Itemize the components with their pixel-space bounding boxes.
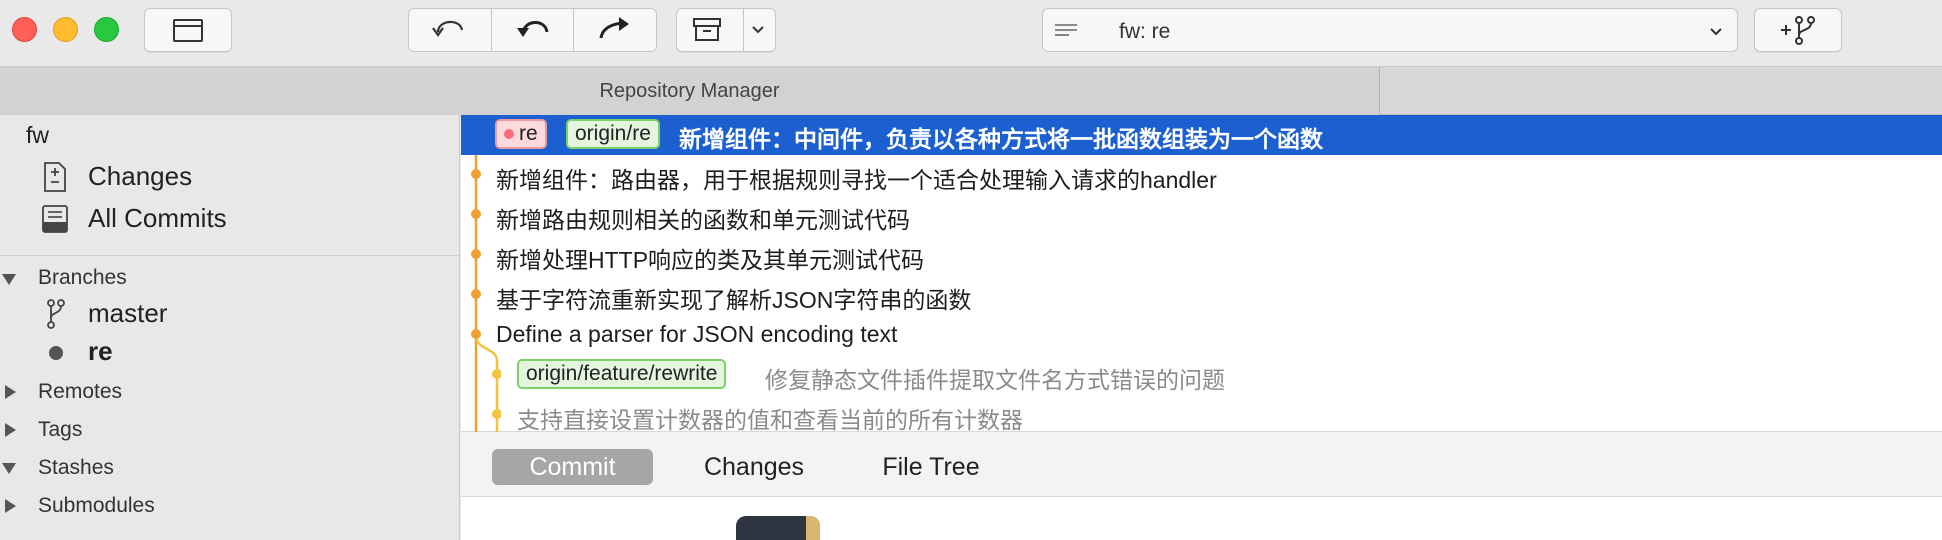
stash-icon [691, 17, 723, 43]
branch-icon [46, 299, 66, 329]
fetch-icon [430, 12, 470, 49]
tab-label: Commit [529, 452, 616, 481]
commit-message: 基于字符流重新实现了解析JSON字符串的函数 [496, 287, 972, 313]
pull-icon [513, 12, 553, 49]
sidebar-separator [0, 255, 460, 256]
commit-message: 新增处理HTTP响应的类及其单元测试代码 [496, 247, 925, 273]
open-repository-button[interactable] [144, 8, 232, 52]
new-branch-icon [1779, 15, 1817, 45]
close-window-button[interactable] [12, 17, 37, 42]
tab-label: Changes [703, 452, 805, 481]
all-commits-icon [40, 203, 70, 235]
section-label: Remotes [38, 380, 123, 403]
tab-repository-manager[interactable]: Repository Manager [0, 67, 1380, 115]
disclosure-collapsed-icon [5, 423, 16, 437]
ref-label: re [519, 122, 538, 145]
tab-bar: Repository Manager [0, 67, 1942, 115]
commit-message: 新增路由规则相关的函数和单元测试代码 [496, 207, 910, 233]
section-submodules[interactable]: Submodules [0, 491, 460, 521]
section-label: Branches [38, 266, 127, 289]
commit-row[interactable]: origin/feature/rewrite 修复静态文件插件提取文件名方式错误… [461, 355, 1942, 395]
ref-label: origin/feature/rewrite [526, 362, 718, 385]
minimize-window-button[interactable] [53, 17, 78, 42]
repository-selector-value: fw: re [1119, 20, 1171, 43]
commit-row[interactable]: 基于字符流重新实现了解析JSON字符串的函数 [461, 275, 1942, 315]
sidebar-item-branch-master[interactable]: master [0, 297, 460, 331]
branch-label: master [88, 298, 168, 328]
changes-icon [42, 161, 68, 193]
section-stashes[interactable]: Stashes [0, 453, 460, 483]
section-label: Stashes [38, 456, 114, 479]
commit-message: 新增组件：中间件，负责以各种方式将一批函数组装为一个函数 [679, 126, 1323, 152]
branch-dot-icon [504, 129, 514, 139]
commit-row[interactable]: 支持直接设置计数器的值和查看当前的所有计数器 [461, 395, 1942, 435]
ref-badge-local[interactable]: re [495, 119, 547, 149]
commit-row[interactable]: re origin/re 新增组件：中间件，负责以各种方式将一批函数组装为一个函… [461, 115, 1942, 155]
sidebar-item-branch-re[interactable]: re [0, 335, 460, 369]
disclosure-collapsed-icon [5, 385, 16, 399]
commit-message: Define a parser for JSON encoding text [496, 321, 898, 347]
avatar [736, 516, 820, 540]
folder-icon [172, 17, 204, 43]
pull-button[interactable] [492, 9, 575, 51]
section-branches[interactable]: Branches [0, 263, 460, 293]
disclosure-expanded-icon [2, 463, 16, 474]
commit-message: 支持直接设置计数器的值和查看当前的所有计数器 [517, 407, 1023, 433]
chevron-down-icon [1709, 25, 1723, 43]
sidebar: fw Changes All Commits Branches master r… [0, 115, 460, 540]
section-label: Tags [38, 418, 83, 441]
toolbar: fw: re [0, 0, 1942, 67]
commit-row[interactable]: 新增组件：路由器，用于根据规则寻找一个适合处理输入请求的handler [461, 155, 1942, 195]
commit-message: 新增组件：路由器，用于根据规则寻找一个适合处理输入请求的handler [496, 167, 1217, 193]
tab-label: File Tree [882, 452, 980, 481]
disclosure-expanded-icon [2, 274, 16, 285]
stash-divider [743, 9, 744, 51]
commit-message: 修复静态文件插件提取文件名方式错误的问题 [765, 367, 1225, 393]
section-remotes[interactable]: Remotes [0, 377, 460, 407]
stash-button[interactable] [676, 8, 776, 52]
commit-row[interactable]: 新增路由规则相关的函数和单元测试代码 [461, 195, 1942, 235]
current-branch-dot-icon [49, 346, 63, 360]
repository-name: fw [26, 122, 49, 148]
tab-label: Repository Manager [599, 79, 780, 102]
tab-file-tree[interactable]: File Tree [861, 449, 1001, 485]
zoom-window-button[interactable] [94, 17, 119, 42]
repository-selector[interactable]: fw: re [1042, 8, 1738, 52]
push-button[interactable] [574, 9, 656, 51]
commit-list: re origin/re 新增组件：中间件，负责以各种方式将一批函数组装为一个函… [461, 115, 1942, 435]
ref-badge-remote[interactable]: origin/feature/rewrite [517, 359, 727, 389]
ref-label: origin/re [575, 122, 651, 145]
commit-detail-body [461, 497, 1942, 540]
sidebar-item-label: All Commits [88, 203, 227, 233]
commit-detail-pane: Commit Changes File Tree [461, 432, 1942, 540]
sidebar-item-all-commits[interactable]: All Commits [0, 201, 460, 237]
sync-segmented-control [408, 8, 657, 52]
section-label: Submodules [38, 494, 155, 517]
ref-badge-remote[interactable]: origin/re [566, 119, 660, 149]
disclosure-collapsed-icon [5, 499, 16, 513]
section-tags[interactable]: Tags [0, 415, 460, 445]
fetch-button[interactable] [409, 9, 492, 51]
chevron-down-icon[interactable] [751, 24, 765, 36]
commit-row[interactable]: 新增处理HTTP响应的类及其单元测试代码 [461, 235, 1942, 275]
new-branch-button[interactable] [1754, 8, 1842, 52]
push-icon [595, 12, 635, 49]
sidebar-item-changes[interactable]: Changes [0, 159, 460, 195]
commit-row[interactable]: Define a parser for JSON encoding text [461, 315, 1942, 355]
sidebar-item-label: Changes [88, 161, 193, 191]
tab-commit[interactable]: Commit [492, 449, 653, 485]
tab-changes[interactable]: Changes [679, 449, 829, 485]
branch-label: re [88, 336, 113, 366]
lines-icon [1055, 23, 1079, 44]
